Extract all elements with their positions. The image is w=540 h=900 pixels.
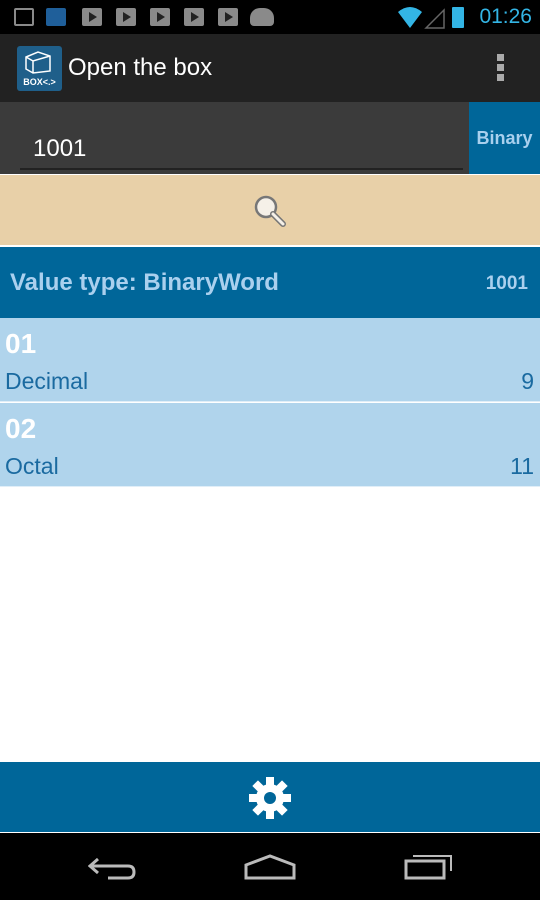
overflow-menu-icon[interactable] [497, 54, 505, 84]
list-item[interactable]: 01 Decimal 9 [0, 318, 540, 402]
play-store-icon [218, 8, 238, 26]
search-button[interactable] [0, 175, 540, 245]
app-title: Open the box [68, 54, 213, 81]
back-icon[interactable] [88, 853, 138, 881]
navigation-bar [0, 833, 540, 900]
value-type-button[interactable]: Binary [469, 102, 540, 174]
value-type-label: Value type: BinaryWord [10, 269, 279, 296]
outlook-icon [46, 8, 66, 26]
home-icon[interactable] [243, 853, 297, 881]
play-store-icon [82, 8, 102, 26]
action-bar: BOX<.> Open the box [0, 34, 540, 102]
android-icon [250, 8, 274, 26]
recent-apps-icon[interactable] [403, 849, 455, 881]
item-index: 01 [5, 328, 37, 359]
result-header: Value type: BinaryWord 1001 [0, 247, 540, 318]
app-logo[interactable]: BOX<.> [17, 46, 62, 91]
search-icon [254, 195, 286, 227]
clock: 01:26 [479, 5, 532, 28]
battery-charging-icon [452, 7, 464, 28]
signal-icon [424, 8, 445, 29]
play-store-icon [184, 8, 204, 26]
play-store-icon [150, 8, 170, 26]
play-store-icon [116, 8, 136, 26]
item-label: Octal [5, 453, 59, 479]
input-bar: Binary [0, 102, 540, 174]
list-item[interactable]: 02 Octal 11 [0, 403, 540, 487]
settings-button[interactable] [0, 762, 540, 832]
input-value-label: 1001 [485, 273, 528, 294]
value-input[interactable] [20, 118, 463, 170]
status-bar: 01:26 [0, 0, 540, 34]
box-icon [25, 51, 51, 74]
app-logo-text: BOX<.> [23, 77, 56, 87]
wifi-icon [398, 7, 445, 29]
item-label: Decimal [5, 368, 89, 394]
item-index: 02 [5, 413, 37, 444]
image-icon [14, 8, 34, 26]
gear-icon [249, 777, 291, 819]
item-value: 11 [510, 453, 534, 479]
item-value: 9 [521, 368, 534, 394]
